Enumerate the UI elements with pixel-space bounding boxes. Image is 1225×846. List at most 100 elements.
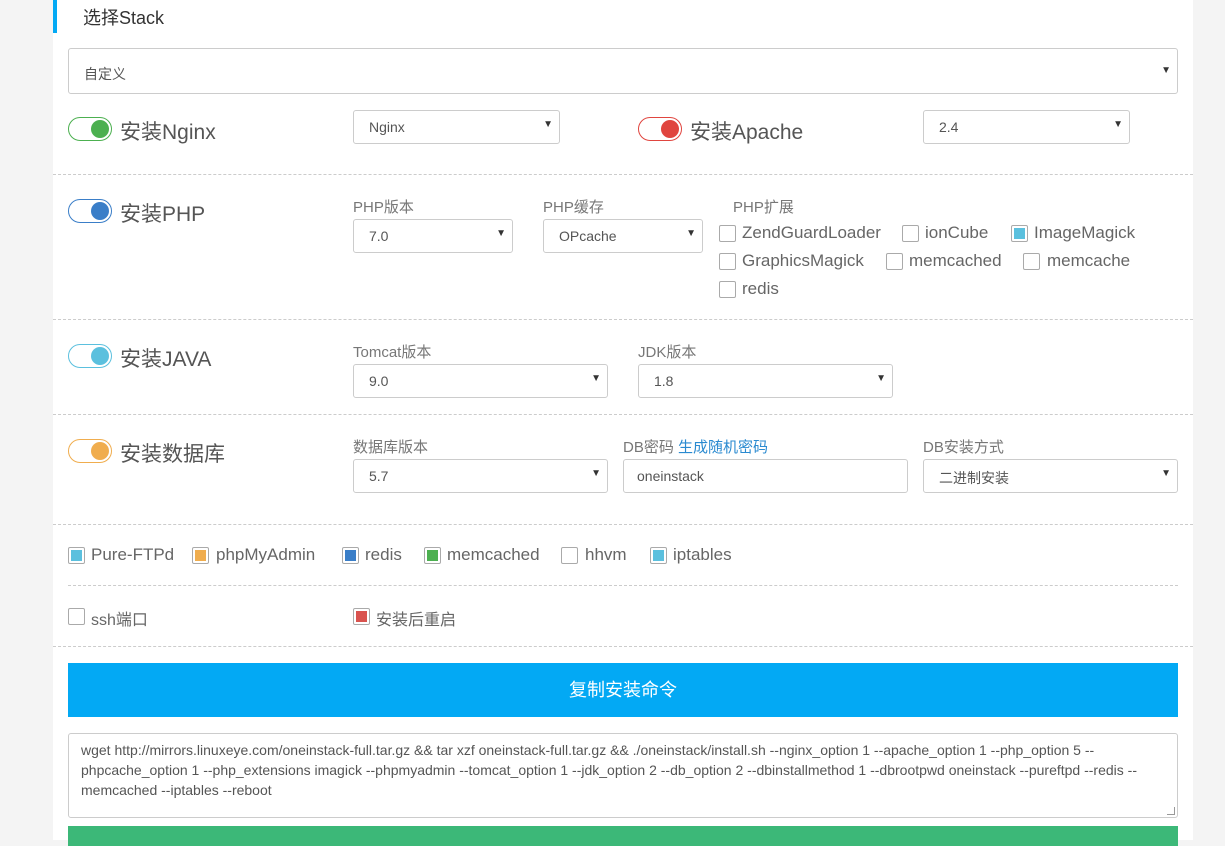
jdk-version-select[interactable]: 1.8 ▼ — [638, 364, 893, 398]
java-label: 安装JAVA — [120, 348, 212, 371]
extra-iptables-checkbox[interactable] — [650, 547, 667, 564]
db-password-label-text: DB密码 — [623, 439, 674, 456]
toggle-knob — [91, 347, 109, 365]
php-version-select[interactable]: 7.0 ▼ — [353, 219, 513, 253]
ext-memcached-checkbox[interactable] — [886, 253, 903, 270]
extra-memcached-checkbox[interactable] — [424, 547, 441, 564]
chevron-down-icon: ▼ — [876, 373, 886, 384]
check-fill — [1014, 228, 1025, 239]
extra-pureftpd-checkbox[interactable] — [68, 547, 85, 564]
php-ext-label: PHP扩展 — [733, 199, 794, 216]
extra-memcached-label: memcached — [447, 545, 540, 564]
check-fill — [427, 550, 438, 561]
db-version-label: 数据库版本 — [353, 439, 429, 456]
nginx-version-value: Nginx — [369, 119, 405, 135]
db-method-select[interactable]: 二进制安装 ▼ — [923, 459, 1178, 493]
ext-memcache-checkbox[interactable] — [1023, 253, 1040, 270]
extra-phpmyadmin-checkbox[interactable] — [192, 547, 209, 564]
check-fill — [356, 611, 367, 622]
resize-handle-icon[interactable] — [1167, 807, 1175, 815]
php-cache-value: OPcache — [559, 228, 617, 244]
stack-select[interactable]: 自定义 ▼ — [68, 48, 1178, 94]
ext-graphicsmagick-label: GraphicsMagick — [742, 251, 864, 270]
php-toggle[interactable] — [68, 199, 112, 223]
toggle-knob — [91, 202, 109, 220]
db-password-value: oneinstack — [637, 468, 704, 484]
divider — [53, 646, 1193, 647]
ext-redis-label: redis — [742, 279, 779, 298]
php-cache-label: PHP缓存 — [543, 199, 604, 216]
db-password-label: DB密码 生成随机密码 — [623, 436, 768, 457]
ext-zendguardloader-checkbox[interactable] — [719, 225, 736, 242]
ssh-port-checkbox[interactable] — [68, 608, 85, 625]
toggle-knob — [661, 120, 679, 138]
check-fill — [195, 550, 206, 561]
apache-version-select[interactable]: 2.4 ▼ — [923, 110, 1130, 144]
db-toggle[interactable] — [68, 439, 112, 463]
ext-zendguardloader-label: ZendGuardLoader — [742, 223, 881, 242]
chevron-down-icon: ▼ — [1161, 468, 1171, 479]
divider — [53, 414, 1193, 415]
apache-version-value: 2.4 — [939, 119, 959, 135]
tomcat-version-label: Tomcat版本 — [353, 344, 432, 361]
apache-label: 安装Apache — [690, 121, 804, 144]
chevron-down-icon: ▼ — [496, 228, 506, 239]
php-label: 安装PHP — [120, 203, 206, 226]
ext-memcached-label: memcached — [909, 251, 1002, 270]
extra-redis-label: redis — [365, 545, 402, 564]
toggle-knob — [91, 120, 109, 138]
chevron-down-icon: ▼ — [591, 373, 601, 384]
toggle-knob — [91, 442, 109, 460]
db-method-value: 二进制安装 — [939, 470, 1009, 486]
nginx-version-select[interactable]: Nginx ▼ — [353, 110, 560, 144]
extra-redis-checkbox[interactable] — [342, 547, 359, 564]
ext-memcache-label: memcache — [1047, 251, 1131, 270]
ext-redis-checkbox[interactable] — [719, 281, 736, 298]
extra-pureftpd-label: Pure-FTPd — [91, 545, 175, 564]
ext-imagemagick-checkbox[interactable] — [1011, 225, 1028, 242]
scrollbar-track[interactable] — [1193, 0, 1225, 840]
db-method-label: DB安装方式 — [923, 439, 1004, 456]
java-toggle[interactable] — [68, 344, 112, 368]
install-command-textarea[interactable]: wget http://mirrors.linuxeye.com/oneinst… — [68, 733, 1178, 818]
chevron-down-icon: ▼ — [686, 228, 696, 239]
ext-graphicsmagick-checkbox[interactable] — [719, 253, 736, 270]
db-version-select[interactable]: 5.7 ▼ — [353, 459, 608, 493]
check-fill — [71, 550, 82, 561]
extra-hhvm-checkbox[interactable] — [561, 547, 578, 564]
tomcat-version-value: 9.0 — [369, 373, 389, 389]
install-command-text: wget http://mirrors.linuxeye.com/oneinst… — [81, 742, 1137, 798]
tomcat-version-select[interactable]: 9.0 ▼ — [353, 364, 608, 398]
php-version-value: 7.0 — [369, 228, 389, 244]
nginx-label: 安装Nginx — [120, 121, 216, 144]
secondary-button[interactable] — [68, 826, 1178, 846]
chevron-down-icon: ▼ — [543, 119, 553, 130]
divider — [53, 174, 1193, 175]
generate-password-link[interactable]: 生成随机密码 — [678, 439, 768, 456]
check-fill — [653, 550, 664, 561]
section-header: 选择Stack — [53, 0, 1193, 33]
jdk-version-label: JDK版本 — [638, 344, 697, 361]
php-version-label: PHP版本 — [353, 199, 414, 216]
stack-select-value: 自定义 — [84, 66, 126, 82]
ssh-port-label: ssh端口 — [91, 612, 148, 629]
jdk-version-value: 1.8 — [654, 373, 674, 389]
ext-ioncube-checkbox[interactable] — [902, 225, 919, 242]
php-cache-select[interactable]: OPcache ▼ — [543, 219, 703, 253]
chevron-down-icon: ▼ — [591, 468, 601, 479]
extra-phpmyadmin-label: phpMyAdmin — [216, 545, 316, 564]
db-password-input[interactable]: oneinstack — [623, 459, 908, 493]
divider — [53, 524, 1193, 525]
extra-iptables-label: iptables — [673, 545, 732, 564]
divider — [53, 319, 1193, 320]
copy-command-button[interactable]: 复制安装命令 — [68, 663, 1178, 717]
divider — [68, 585, 1178, 586]
chevron-down-icon: ▼ — [1161, 65, 1171, 76]
extra-hhvm-label: hhvm — [585, 545, 627, 564]
ext-ioncube-label: ionCube — [925, 223, 989, 242]
apache-toggle[interactable] — [638, 117, 682, 141]
reboot-checkbox[interactable] — [353, 608, 370, 625]
check-fill — [345, 550, 356, 561]
stack-panel: 选择Stack 自定义 ▼ 安装Nginx Nginx ▼ 安装Apache 2… — [53, 0, 1193, 846]
nginx-toggle[interactable] — [68, 117, 112, 141]
